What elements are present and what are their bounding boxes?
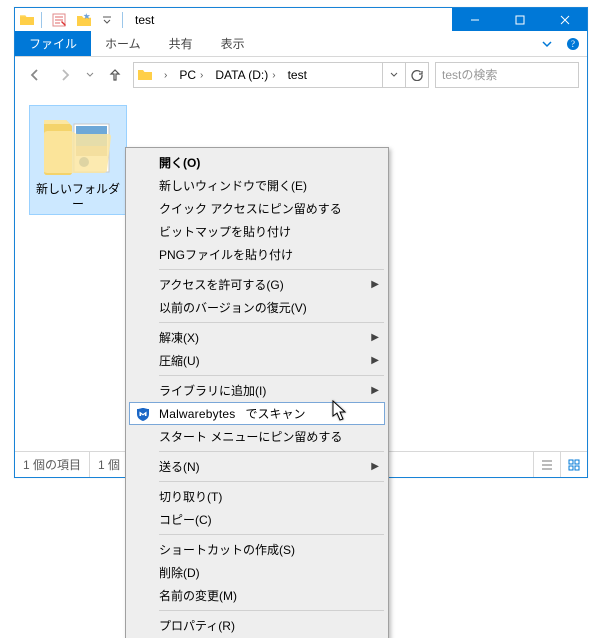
folder-thumbnail — [40, 112, 116, 178]
view-large-icons-button[interactable] — [560, 452, 587, 477]
submenu-arrow-icon: ▶ — [371, 385, 379, 396]
expand-ribbon-icon[interactable] — [539, 36, 555, 52]
qat-properties-button[interactable] — [48, 9, 70, 31]
ctx-separator — [159, 451, 384, 452]
ctx-separator — [159, 269, 384, 270]
ctx-malwarebytes-label: Malwarebytes でスキャン — [159, 405, 305, 422]
app-folder-icon — [19, 12, 35, 28]
status-view-switcher — [533, 452, 587, 477]
address-history-dropdown[interactable] — [382, 63, 405, 87]
submenu-arrow-icon: ▶ — [371, 279, 379, 290]
ribbon-right-controls: ? — [539, 31, 587, 56]
qat-customize-dropdown[interactable] — [98, 9, 116, 31]
ctx-open[interactable]: 開く(O) — [129, 151, 385, 174]
crumb-pc[interactable]: PC› — [175, 63, 211, 87]
ctx-cut[interactable]: 切り取り(T) — [129, 485, 385, 508]
nav-up-button[interactable] — [103, 63, 127, 87]
tab-view[interactable]: 表示 — [207, 31, 259, 56]
window-title: test — [129, 13, 154, 27]
ctx-delete[interactable]: 削除(D) — [129, 561, 385, 584]
address-folder-icon — [134, 63, 156, 87]
ctx-copy[interactable]: コピー(C) — [129, 508, 385, 531]
ctx-separator — [159, 375, 384, 376]
address-bar[interactable]: › PC› DATA (D:)› test — [133, 62, 429, 88]
folder-item-selected[interactable]: 新しいフォルダー — [29, 105, 127, 215]
status-item-count: 1 個の項目 — [15, 452, 90, 477]
ctx-properties[interactable]: プロパティ(R) — [129, 614, 385, 637]
ribbon-tabs: ファイル ホーム 共有 表示 ? — [15, 31, 587, 57]
malwarebytes-icon — [134, 405, 152, 423]
ctx-create-shortcut[interactable]: ショートカットの作成(S) — [129, 538, 385, 561]
ctx-separator — [159, 534, 384, 535]
ctx-separator — [159, 322, 384, 323]
close-button[interactable] — [542, 8, 587, 31]
tab-share[interactable]: 共有 — [155, 31, 207, 56]
ctx-pin-quick-access[interactable]: クイック アクセスにピン留めする — [129, 197, 385, 220]
crumb-root-caret[interactable]: › — [156, 63, 175, 87]
ctx-pin-start[interactable]: スタート メニューにピン留めする — [129, 425, 385, 448]
submenu-arrow-icon: ▶ — [371, 355, 379, 366]
ctx-add-to-library[interactable]: ライブラリに追加(I)▶ — [129, 379, 385, 402]
ctx-separator — [159, 481, 384, 482]
search-input[interactable] — [436, 68, 600, 82]
qat-new-folder-button[interactable] — [73, 9, 95, 31]
view-details-button[interactable] — [533, 452, 560, 477]
ctx-malwarebytes-scan[interactable]: Malwarebytes でスキャン — [129, 402, 385, 425]
title-bar: test — [15, 8, 587, 31]
ctx-separator — [159, 610, 384, 611]
context-menu: 開く(O) 新しいウィンドウで開く(E) クイック アクセスにピン留めする ビッ… — [125, 147, 389, 638]
maximize-button[interactable] — [497, 8, 542, 31]
ctx-open-new-window[interactable]: 新しいウィンドウで開く(E) — [129, 174, 385, 197]
crumb-drive-label: DATA (D:) — [215, 68, 268, 82]
window-controls — [452, 8, 587, 31]
tab-home[interactable]: ホーム — [91, 31, 155, 56]
qat-separator — [41, 12, 42, 28]
search-box[interactable] — [435, 62, 579, 88]
svg-text:?: ? — [571, 39, 575, 49]
address-toolbar: › PC› DATA (D:)› test — [15, 57, 587, 94]
ctx-restore-versions[interactable]: 以前のバージョンの復元(V) — [129, 296, 385, 319]
ctx-extract[interactable]: 解凍(X)▶ — [129, 326, 385, 349]
ctx-paste-bitmap[interactable]: ビットマップを貼り付け — [129, 220, 385, 243]
crumb-folder-label: test — [288, 68, 307, 82]
folder-item-label: 新しいフォルダー — [32, 182, 124, 212]
ctx-rename[interactable]: 名前の変更(M) — [129, 584, 385, 607]
ctx-grant-access[interactable]: アクセスを許可する(G)▶ — [129, 273, 385, 296]
address-refresh-button[interactable] — [405, 63, 428, 87]
minimize-button[interactable] — [452, 8, 497, 31]
tab-file[interactable]: ファイル — [15, 31, 91, 56]
crumb-drive[interactable]: DATA (D:)› — [211, 63, 283, 87]
crumb-folder[interactable]: test — [284, 63, 311, 87]
nav-forward-button[interactable] — [53, 63, 77, 87]
ctx-compress[interactable]: 圧縮(U)▶ — [129, 349, 385, 372]
nav-back-button[interactable] — [23, 63, 47, 87]
status-selected: 1 個 — [90, 452, 128, 477]
submenu-arrow-icon: ▶ — [371, 461, 379, 472]
nav-recent-dropdown[interactable] — [83, 63, 97, 87]
title-bar-left: test — [15, 9, 154, 31]
crumb-pc-label: PC — [179, 68, 196, 82]
address-right — [382, 63, 428, 87]
ctx-send-to[interactable]: 送る(N)▶ — [129, 455, 385, 478]
qat-separator-2 — [122, 12, 123, 28]
ctx-paste-png[interactable]: PNGファイルを貼り付け — [129, 243, 385, 266]
help-icon[interactable]: ? — [565, 36, 581, 52]
submenu-arrow-icon: ▶ — [371, 332, 379, 343]
